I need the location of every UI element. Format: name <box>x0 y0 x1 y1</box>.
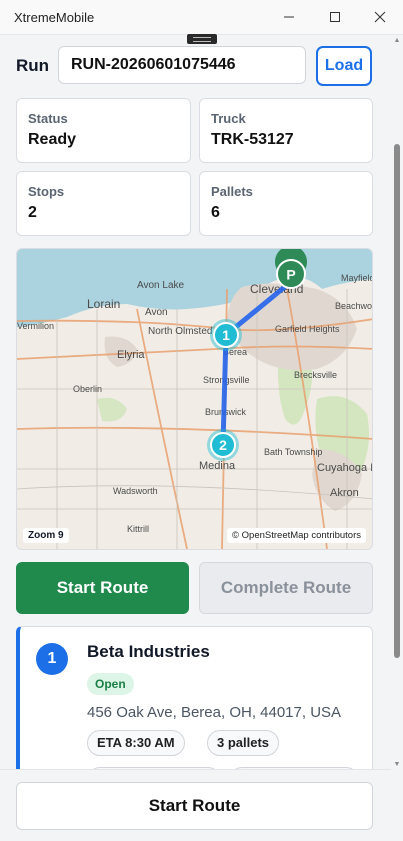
minimize-button[interactable] <box>266 0 312 34</box>
stop-number: 1 <box>36 643 68 675</box>
map-place-label: Avon Lake <box>137 280 185 291</box>
load-button[interactable]: Load <box>316 46 372 86</box>
status-card: Status Ready <box>16 98 191 163</box>
map-place-label: Avon <box>145 307 168 318</box>
status-value: Ready <box>28 131 77 148</box>
run-input[interactable]: RUN-20260601075446 <box>58 46 306 84</box>
complete-route-button[interactable]: Complete Route <box>199 562 373 614</box>
zoom-level: Zoom 9 <box>23 528 69 543</box>
map-place-label: Vermilion <box>17 321 54 331</box>
pallets-value: 6 <box>211 204 220 221</box>
truck-card: Truck TRK-53127 <box>199 98 373 163</box>
status-label: Status <box>28 111 68 126</box>
scroll-up-icon[interactable]: ▲ <box>393 36 401 46</box>
run-label: Run <box>16 56 50 75</box>
app-title: XtremeMobile <box>14 10 95 25</box>
stops-card: Stops 2 <box>16 171 191 236</box>
stop-marker-1[interactable]: 1 <box>210 319 242 351</box>
map-canvas[interactable]: Avon Lake Lorain Avon North Olmsted Clev… <box>17 249 373 550</box>
pallets-label: Pallets <box>211 184 253 199</box>
map-place-label: Elyria <box>117 349 145 361</box>
pallets-card: Pallets 6 <box>199 171 373 236</box>
pallets-pill: 3 pallets <box>207 730 280 756</box>
map-place-label: Garfield Heights <box>275 324 340 334</box>
map-place-label: Beachwood <box>335 301 373 311</box>
map-attribution[interactable]: © OpenStreetMap contributors <box>227 528 366 543</box>
map-place-label: Mayfield Heights <box>341 273 373 283</box>
stops-label: Stops <box>28 184 65 199</box>
stop-card[interactable]: 1 Beta Industries Open 456 Oak Ave, Bere… <box>16 626 373 786</box>
map-place-label: Akron <box>330 487 359 499</box>
close-button[interactable] <box>357 0 403 34</box>
maximize-button[interactable] <box>312 0 358 34</box>
map-place-label: Brecksville <box>294 370 337 380</box>
map-place-label: Cuyahoga Falls <box>317 462 373 474</box>
map-place-label: Medina <box>199 460 236 472</box>
scrollbar[interactable]: ▲ ▼ <box>393 36 401 770</box>
map-place-label: Bath Township <box>264 447 322 457</box>
title-bar: XtremeMobile <box>0 0 403 35</box>
svg-text:P: P <box>286 267 295 283</box>
map-place-label: North Olmsted <box>148 326 212 337</box>
close-icon <box>374 11 386 23</box>
footer-start-route-button[interactable]: Start Route <box>16 782 373 830</box>
svg-text:1: 1 <box>222 327 230 343</box>
stop-marker-2[interactable]: 2 <box>207 429 239 461</box>
map-place-label: Lorain <box>87 297 120 311</box>
maximize-icon <box>330 12 340 22</box>
eta-pill: ETA 8:30 AM <box>87 730 185 756</box>
origin-pin[interactable]: P <box>275 249 307 289</box>
minimize-icon <box>284 16 294 18</box>
route-map[interactable]: Avon Lake Lorain Avon North Olmsted Clev… <box>16 248 373 550</box>
stop-status-badge: Open <box>87 673 134 695</box>
scroll-down-icon[interactable]: ▼ <box>393 760 401 770</box>
start-route-button[interactable]: Start Route <box>16 562 189 614</box>
map-place-label: Oberlin <box>73 384 102 394</box>
truck-value: TRK-53127 <box>211 131 294 148</box>
stops-value: 2 <box>28 204 37 221</box>
stop-address: 456 Oak Ave, Berea, OH, 44017, USA <box>87 704 342 721</box>
map-place-label: Wadsworth <box>113 486 158 496</box>
truck-label: Truck <box>211 111 246 126</box>
scrollbar-thumb[interactable] <box>394 144 400 658</box>
svg-text:2: 2 <box>219 437 227 453</box>
map-place-label: Kittrill <box>127 524 149 534</box>
drag-handle[interactable] <box>187 34 217 44</box>
stop-name: Beta Industries <box>87 642 210 661</box>
